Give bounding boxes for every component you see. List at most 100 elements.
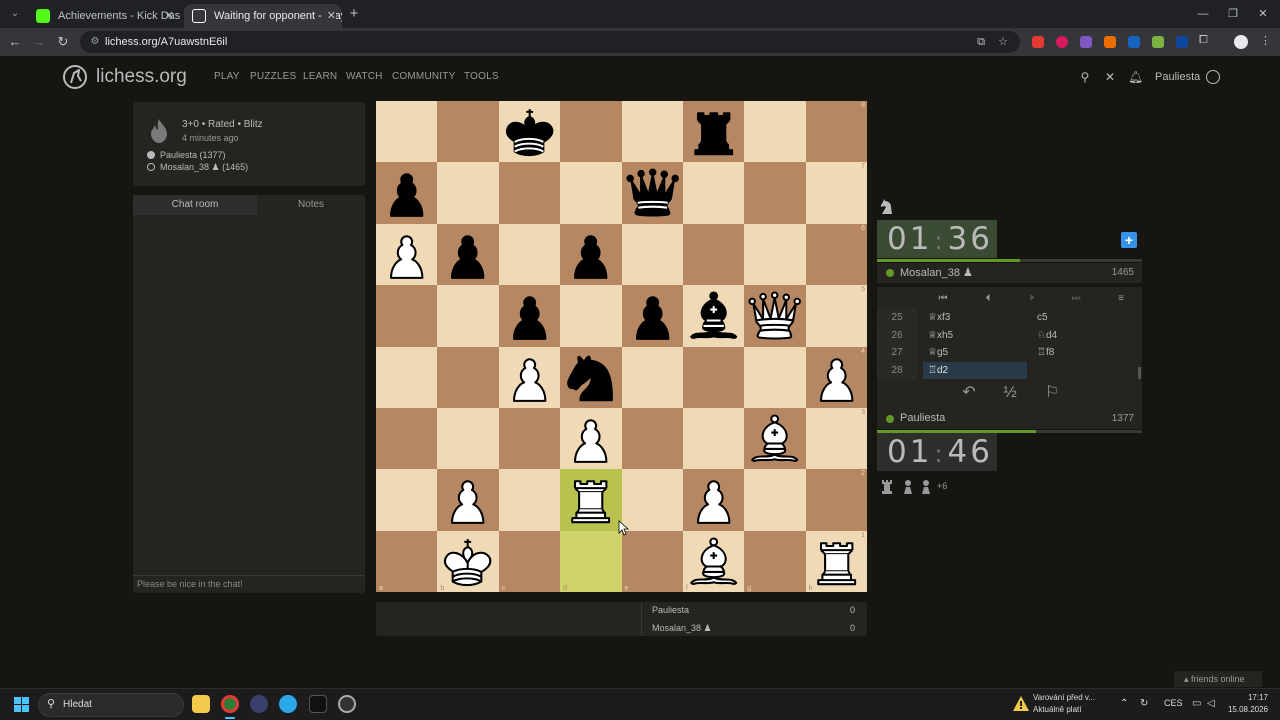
black-pawn-icon[interactable] xyxy=(560,224,621,285)
username-link[interactable]: Pauliesta xyxy=(1155,71,1200,83)
tab-search-chevron-icon[interactable]: ⌄ xyxy=(6,5,24,23)
square-b7[interactable] xyxy=(437,162,499,224)
lichess-logo-icon[interactable] xyxy=(62,64,88,90)
url-text[interactable]: lichess.org/A7uawstnE6il xyxy=(105,31,227,53)
extension-icon[interactable] xyxy=(1104,36,1116,48)
adblock-extension-icon[interactable] xyxy=(1032,36,1044,48)
friends-online-button[interactable]: ▴ friends online xyxy=(1174,671,1262,687)
nav-watch[interactable]: WATCH xyxy=(346,71,383,82)
keyboard-language[interactable]: CES xyxy=(1164,698,1183,708)
close-tab-icon[interactable]: ✕ xyxy=(165,4,174,28)
black-bishop-icon[interactable] xyxy=(683,285,744,346)
extension-icon[interactable] xyxy=(1056,36,1068,48)
tray-overflow-chevron-icon[interactable]: ⌃ xyxy=(1120,698,1128,709)
browser-tab-lichess[interactable]: Waiting for opponent - Play M ✕ xyxy=(184,4,342,28)
square-d2[interactable] xyxy=(560,469,622,531)
square-g4[interactable] xyxy=(744,346,806,408)
square-f8[interactable] xyxy=(682,101,745,163)
square-e5[interactable] xyxy=(621,285,683,347)
square-b8[interactable] xyxy=(437,101,499,163)
square-h8[interactable]: 8 xyxy=(805,101,867,163)
square-g2[interactable] xyxy=(744,469,806,531)
address-bar[interactable]: ⚙ lichess.org/A7uawstnE6il ⧉ ☆ xyxy=(80,31,1020,53)
capcut-app-icon[interactable] xyxy=(309,695,327,713)
black-move[interactable]: c5 xyxy=(1032,309,1136,326)
black-pawn-icon[interactable] xyxy=(622,285,683,346)
square-h5[interactable]: 5 xyxy=(805,285,867,347)
square-f4[interactable] xyxy=(682,346,745,408)
square-f7[interactable] xyxy=(682,162,745,224)
square-h3[interactable]: 3 xyxy=(805,407,867,470)
square-a5[interactable] xyxy=(376,285,438,347)
square-d1[interactable]: d xyxy=(560,530,622,592)
tab-notes[interactable]: Notes xyxy=(257,195,365,215)
white-king-icon[interactable] xyxy=(437,531,498,592)
taskbar-clock-date[interactable]: 15.08.2026 xyxy=(1222,705,1268,714)
extension-icon[interactable] xyxy=(1152,36,1164,48)
chrome-menu-icon[interactable]: ⋮ xyxy=(1260,34,1271,47)
white-player-name[interactable]: Pauliesta (1377) xyxy=(160,150,226,160)
square-e7[interactable] xyxy=(621,162,683,224)
user-avatar-icon[interactable] xyxy=(1206,70,1220,84)
square-b4[interactable] xyxy=(437,346,499,408)
square-e4[interactable] xyxy=(621,346,683,408)
extension-icon[interactable] xyxy=(1080,36,1092,48)
square-c8[interactable] xyxy=(498,101,561,163)
volume-icon[interactable]: ◁ xyxy=(1207,698,1215,709)
square-a1[interactable]: a xyxy=(376,530,438,592)
weather-warning-title[interactable]: Varování před v... xyxy=(1033,693,1095,702)
bookmark-star-icon[interactable]: ☆ xyxy=(996,35,1010,49)
taskbar-clock-time[interactable]: 17:17 xyxy=(1226,693,1268,702)
black-move[interactable] xyxy=(1032,362,1136,379)
square-d8[interactable] xyxy=(560,101,622,163)
white-rook-icon[interactable] xyxy=(560,469,621,530)
black-knight-icon[interactable] xyxy=(560,347,621,408)
nav-tools[interactable]: TOOLS xyxy=(464,71,499,82)
weather-warning-icon[interactable] xyxy=(1012,695,1030,713)
chess-board[interactable]: 8765432abcdefg1h xyxy=(376,101,867,592)
takeback-button[interactable]: ↶ xyxy=(957,383,981,403)
square-g5[interactable] xyxy=(744,285,806,347)
square-h6[interactable]: 6 xyxy=(805,223,867,286)
white-pawn-icon[interactable] xyxy=(499,347,560,408)
square-h4[interactable]: 4 xyxy=(805,346,867,408)
square-b1[interactable]: b xyxy=(437,530,499,592)
black-player-line[interactable]: Mosalan_38 ♟ (1465) xyxy=(147,162,248,173)
profile-avatar-icon[interactable] xyxy=(1234,35,1248,49)
square-b2[interactable] xyxy=(437,469,499,531)
offer-draw-button[interactable]: ½ xyxy=(998,383,1022,403)
nav-puzzles[interactable]: PUZZLES xyxy=(250,71,296,82)
minimize-icon[interactable]: — xyxy=(1188,4,1218,24)
white-move[interactable]: ♕xh5 xyxy=(923,327,1027,344)
square-f2[interactable] xyxy=(682,469,745,531)
square-h2[interactable]: 2 xyxy=(805,469,867,531)
square-f6[interactable] xyxy=(682,223,745,286)
square-d6[interactable] xyxy=(560,223,622,286)
network-icon[interactable]: ▭ xyxy=(1192,698,1201,709)
black-move[interactable]: ♖f8 xyxy=(1032,344,1136,361)
current-white-move[interactable]: ♖d2 xyxy=(923,362,1027,379)
square-b6[interactable] xyxy=(437,223,499,286)
back-arrow-icon[interactable]: ← xyxy=(6,33,24,51)
square-a8[interactable] xyxy=(376,101,438,163)
square-h1[interactable]: 1h xyxy=(805,530,867,592)
square-a4[interactable] xyxy=(376,346,438,408)
tray-sync-icon[interactable]: ↻ xyxy=(1140,698,1148,709)
white-pawn-icon[interactable] xyxy=(560,408,621,469)
prev-move-icon[interactable]: ⏴ xyxy=(978,291,998,307)
black-move[interactable]: ♘d4 xyxy=(1032,327,1136,344)
move-list-scrollbar[interactable] xyxy=(1138,367,1141,379)
white-move[interactable]: ♕xf3 xyxy=(923,309,1027,326)
chat-input[interactable]: Please be nice in the chat! xyxy=(133,575,365,593)
square-g1[interactable]: g xyxy=(744,530,806,592)
white-move[interactable]: ♕g5 xyxy=(923,344,1027,361)
square-c7[interactable] xyxy=(498,162,561,224)
menu-hamburger-icon[interactable]: ≡ xyxy=(1111,291,1131,307)
close-tab-icon[interactable]: ✕ xyxy=(323,4,336,28)
square-f5[interactable] xyxy=(682,285,745,347)
square-e8[interactable] xyxy=(621,101,683,163)
black-player-name[interactable]: Mosalan_38 ♟ (1465) xyxy=(160,162,248,172)
forward-arrow-icon[interactable]: → xyxy=(30,33,48,51)
square-c6[interactable] xyxy=(498,223,561,286)
first-move-icon[interactable]: ⏮ xyxy=(933,291,953,307)
